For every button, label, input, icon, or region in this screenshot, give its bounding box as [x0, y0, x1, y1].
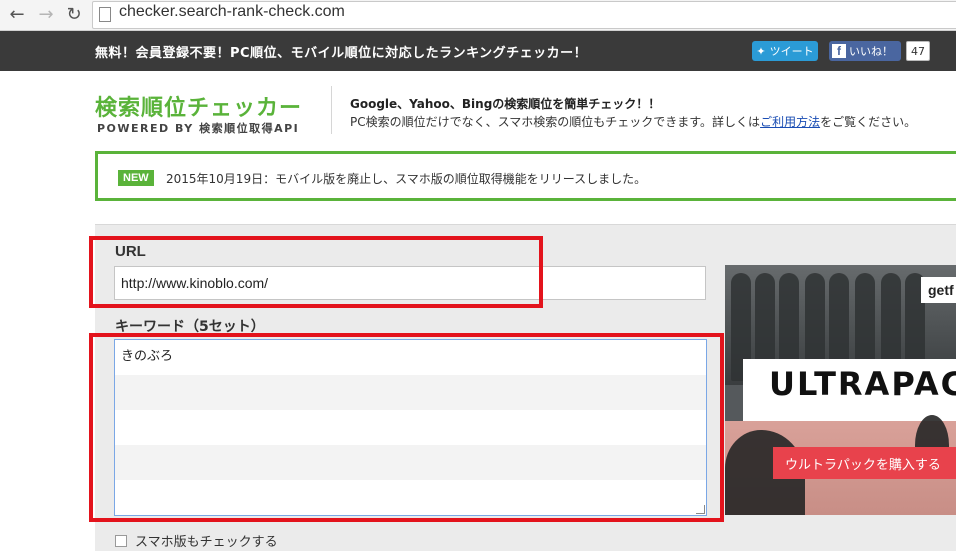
address-bar[interactable]: checker.search-rank-check.com [92, 1, 956, 29]
site-header-bar: 無料！会員登録不要！PC順位、モバイル順位に対応したランキングチェッカー！ ✦ … [0, 31, 956, 71]
tweet-label: ツイート [769, 45, 814, 58]
address-url[interactable]: checker.search-rank-check.com [119, 3, 345, 21]
advertisement-banner[interactable]: getf ULTRAPACK ウルトラパックを購入する [725, 265, 956, 515]
site-logo-subtitle: POWERED BY 検索順位取得API [97, 122, 300, 135]
facebook-like-button[interactable]: f いいね！ [829, 41, 901, 61]
site-logo-title[interactable]: 検索順位チェッカー [95, 90, 302, 122]
back-arrow-icon[interactable]: ← [6, 3, 28, 25]
ad-chip: getf [921, 277, 956, 303]
smartphone-check-option[interactable]: スマホ版もチェックする [115, 531, 278, 550]
site-description-text: PC検索の順位だけでなく、スマホ検索の順位もチェックできます。詳しくはご利用方法… [350, 113, 916, 130]
ad-brand-name: ULTRAPACK [769, 365, 956, 403]
site-tagline: 無料！会員登録不要！PC順位、モバイル順位に対応したランキングチェッカー！ [95, 46, 588, 61]
news-text: 2015年10月19日：モバイル版を廃止し、スマホ版の順位取得機能をリリースしま… [166, 172, 647, 186]
usage-guide-link[interactable]: ご利用方法 [760, 115, 820, 129]
tweet-button[interactable]: ✦ ツイート [752, 41, 818, 61]
description-text-before: PC検索の順位だけでなく、スマホ検索の順位もチェックできます。詳しくは [350, 115, 761, 129]
like-count-badge: 47 [906, 41, 930, 61]
site-description-headline: Google、Yahoo、Bingの検索順位を簡単チェック！！ [350, 97, 661, 111]
browser-toolbar: ← → ↻ checker.search-rank-check.com [0, 0, 956, 31]
description-text-after: をご覧ください。 [820, 115, 917, 129]
forward-arrow-icon[interactable]: → [35, 3, 57, 25]
twitter-bird-icon: ✦ [756, 44, 766, 58]
page-icon [99, 7, 111, 22]
facebook-icon: f [832, 44, 846, 58]
new-badge: NEW [118, 170, 154, 186]
smartphone-checkbox[interactable] [115, 534, 127, 547]
url-highlight-box [89, 236, 543, 308]
keyword-highlight-box [89, 333, 724, 522]
news-box: NEW 2015年10月19日：モバイル版を廃止し、スマホ版の順位取得機能をリリ… [95, 151, 956, 201]
ad-purchase-button[interactable]: ウルトラパックを購入する [773, 447, 956, 479]
header-divider [331, 86, 332, 134]
like-label: いいね！ [849, 45, 893, 58]
reload-icon[interactable]: ↻ [63, 3, 85, 25]
smartphone-check-label: スマホ版もチェックする [135, 535, 278, 550]
